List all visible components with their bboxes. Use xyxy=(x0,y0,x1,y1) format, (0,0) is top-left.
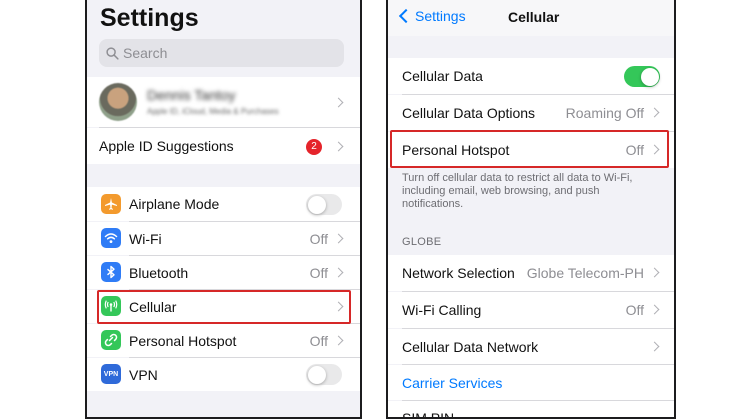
row-label: Cellular Data Network xyxy=(402,338,539,355)
hotspot-icon xyxy=(101,330,121,350)
cellular-data-options-row[interactable]: Cellular Data Options Roaming Off xyxy=(388,95,674,131)
profile-subtitle: Apple ID, iCloud, Media & Purchases xyxy=(147,107,279,116)
row-label: Carrier Services xyxy=(402,374,503,391)
notification-badge: 2 xyxy=(306,139,322,155)
network-name: Globe Telecom-PH xyxy=(526,265,644,281)
section-header: GLOBE xyxy=(402,236,442,248)
vpn-icon-text: VPN xyxy=(103,370,119,378)
settings-item-label: VPN xyxy=(129,366,158,383)
chevron-right-icon xyxy=(333,97,344,108)
nav-title: Cellular xyxy=(508,9,560,25)
roaming-status: Roaming Off xyxy=(565,105,644,121)
airplane-mode-toggle[interactable] xyxy=(306,194,342,215)
chevron-left-icon xyxy=(398,8,414,24)
wifi-icon xyxy=(101,228,121,248)
cellular-data-row[interactable]: Cellular Data xyxy=(388,58,674,94)
settings-item-airplane-mode[interactable]: Airplane Mode xyxy=(87,187,360,221)
vpn-toggle[interactable] xyxy=(306,364,342,385)
row-label: Cellular Data xyxy=(402,68,483,84)
chevron-right-icon xyxy=(333,267,344,278)
chevron-right-icon xyxy=(333,233,344,244)
settings-screen: Settings Search Dennis Tantoy Apple ID, … xyxy=(85,0,362,419)
settings-item-vpn[interactable]: VPN VPN xyxy=(87,358,360,391)
apple-id-profile-row[interactable]: Dennis Tantoy Apple ID, iCloud, Media & … xyxy=(87,77,360,127)
apple-id-suggestions-label: Apple ID Suggestions xyxy=(99,138,234,154)
settings-item-label: Cellular xyxy=(129,298,177,315)
wifi-status: Off xyxy=(309,230,328,247)
personal-hotspot-status: Off xyxy=(625,142,644,158)
airplane-icon xyxy=(101,194,121,214)
cellular-data-toggle[interactable] xyxy=(624,66,660,87)
profile-name: Dennis Tantoy xyxy=(147,87,236,103)
row-label: SIM PIN xyxy=(402,410,455,419)
settings-item-bluetooth[interactable]: Bluetooth Off xyxy=(87,256,360,289)
settings-item-label: Airplane Mode xyxy=(129,196,220,212)
cellular-data-network-row[interactable]: Cellular Data Network xyxy=(388,329,674,364)
chevron-right-icon xyxy=(649,304,660,315)
chevron-right-icon xyxy=(333,301,344,312)
back-button-label: Settings xyxy=(415,8,466,24)
chevron-right-icon xyxy=(333,335,344,346)
search-placeholder: Search xyxy=(123,45,168,61)
row-label: Wi-Fi Calling xyxy=(402,302,482,318)
search-icon xyxy=(106,47,119,60)
settings-item-personal-hotspot[interactable]: Personal Hotspot Off xyxy=(87,324,360,357)
row-label: Cellular Data Options xyxy=(402,105,536,121)
personal-hotspot-status: Off xyxy=(309,332,328,349)
apple-id-suggestions-row[interactable]: Apple ID Suggestions 2 xyxy=(87,128,360,164)
sim-pin-row[interactable]: SIM PIN xyxy=(388,401,674,419)
avatar xyxy=(99,83,137,121)
search-field[interactable]: Search xyxy=(99,39,344,67)
vpn-icon: VPN xyxy=(101,364,121,384)
row-label: Personal Hotspot xyxy=(402,142,510,158)
bluetooth-status: Off xyxy=(309,264,328,281)
settings-item-label: Wi-Fi xyxy=(129,230,162,247)
antenna-icon xyxy=(101,296,121,316)
row-label: Network Selection xyxy=(402,265,515,281)
settings-item-wifi[interactable]: Wi-Fi Off xyxy=(87,222,360,255)
settings-item-label: Personal Hotspot xyxy=(129,332,237,349)
back-button[interactable]: Settings xyxy=(398,8,466,24)
chevron-right-icon xyxy=(649,341,660,352)
settings-item-cellular[interactable]: Cellular xyxy=(87,290,360,323)
wifi-calling-status: Off xyxy=(625,302,644,318)
bluetooth-icon xyxy=(101,262,121,282)
chevron-right-icon xyxy=(649,144,660,155)
personal-hotspot-row[interactable]: Personal Hotspot Off xyxy=(388,132,674,168)
network-selection-row[interactable]: Network Selection Globe Telecom-PH xyxy=(388,255,674,291)
cellular-footer-note: Turn off cellular data to restrict all d… xyxy=(402,172,633,210)
chevron-right-icon xyxy=(649,107,660,118)
cellular-screen: Settings Cellular Cellular Data Cellular… xyxy=(386,0,676,419)
chevron-right-icon xyxy=(333,141,344,152)
wifi-calling-row[interactable]: Wi-Fi Calling Off xyxy=(388,292,674,328)
page-title: Settings xyxy=(100,4,199,32)
carrier-services-link[interactable]: Carrier Services xyxy=(388,365,674,400)
settings-item-label: Bluetooth xyxy=(129,264,189,281)
chevron-right-icon xyxy=(649,267,660,278)
navigation-bar: Settings Cellular xyxy=(388,0,674,36)
